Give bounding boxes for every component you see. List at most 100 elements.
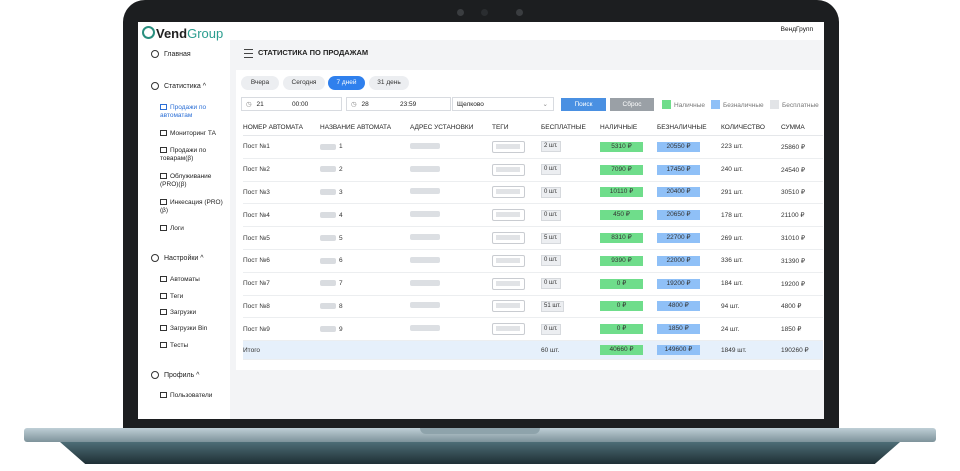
tag-chip[interactable] bbox=[492, 186, 525, 199]
sidebar-subitem-label: Загрузки bbox=[170, 309, 197, 316]
box-icon bbox=[160, 173, 167, 180]
redacted-name bbox=[320, 212, 336, 219]
table-row[interactable]: Пост №8 8 51 шт. 0 ₽ 4800 ₽ 94 шт. 4800 … bbox=[243, 295, 823, 319]
table-row[interactable]: Пост №7 7 0 шт. 0 ₽ 19200 ₽ 184 шт. 1920… bbox=[243, 272, 823, 296]
sidebar: VendGroup Главная Статистика ^ Продажи п… bbox=[138, 22, 230, 419]
redacted-name bbox=[320, 166, 336, 173]
sum-value: 30510 ₽ bbox=[781, 189, 806, 197]
tag-chip[interactable] bbox=[492, 277, 525, 290]
qty-value: 240 шт. bbox=[721, 166, 743, 174]
cash-value: 7090 ₽ bbox=[600, 164, 643, 175]
tag-chip[interactable] bbox=[492, 254, 525, 267]
machine-number: Пост №8 bbox=[243, 302, 270, 310]
sidebar-subitem-sales-by-machine[interactable]: Продажи по автоматам bbox=[160, 104, 226, 120]
tag-chip[interactable] bbox=[492, 232, 525, 245]
sidebar-subitem-tests[interactable]: Тесты bbox=[160, 342, 188, 350]
sum-value: 19200 ₽ bbox=[781, 280, 806, 288]
tag-chip[interactable] bbox=[492, 163, 525, 176]
period-7-days[interactable]: 7 дней bbox=[328, 76, 365, 90]
cell-num: Пост №1 bbox=[243, 135, 320, 159]
column-header[interactable]: БЕСПЛАТНЫЕ bbox=[541, 119, 600, 136]
chevron-up-icon: ^ bbox=[202, 82, 207, 90]
sidebar-subitem-service[interactable]: Облуживание (PRO)(β) bbox=[160, 173, 224, 189]
sidebar-subitem-uploads[interactable]: Загрузки bbox=[160, 309, 196, 317]
machine-icon bbox=[160, 276, 167, 283]
free-value: 0 шт. bbox=[541, 255, 561, 267]
card-value: 20400 ₽ bbox=[657, 187, 700, 198]
table-row[interactable]: Пост №9 9 0 шт. 0 ₽ 1850 ₽ 24 шт. 1850 ₽ bbox=[243, 317, 823, 342]
column-header[interactable]: НОМЕР АВТОМАТА bbox=[243, 119, 320, 136]
column-header[interactable]: ТЕГИ bbox=[492, 119, 541, 136]
period-31-days[interactable]: 31 день bbox=[369, 76, 409, 90]
date-from-field[interactable]: ◷ 21 00:00 bbox=[241, 97, 342, 111]
machine-number: Пост №6 bbox=[243, 257, 270, 265]
table-row[interactable]: Пост №3 3 0 шт. 10110 ₽ 20400 ₽ 291 шт. … bbox=[243, 181, 823, 205]
sidebar-subitem-machines[interactable]: Автоматы bbox=[160, 276, 200, 284]
sidebar-item-profile[interactable]: Профиль ^ bbox=[151, 371, 199, 379]
card-value: 20650 ₽ bbox=[657, 210, 700, 221]
cell-num: Пост №8 bbox=[243, 295, 320, 319]
column-header[interactable]: СУММА bbox=[781, 119, 823, 136]
cell-name: 2 bbox=[320, 158, 410, 182]
cell-num: Пост №5 bbox=[243, 226, 320, 250]
sidebar-item-stats[interactable]: Статистика ^ bbox=[151, 82, 206, 90]
redacted-name bbox=[320, 189, 336, 196]
cell-sum: 30510 ₽ bbox=[781, 181, 823, 205]
machine-name: 9 bbox=[339, 325, 343, 333]
redacted-address bbox=[410, 279, 440, 286]
total-free-value: 60 шт. bbox=[541, 346, 560, 354]
cell-num: Пост №7 bbox=[243, 272, 320, 296]
sidebar-subitem-tags[interactable]: Теги bbox=[160, 293, 183, 301]
total-free: 60 шт. bbox=[541, 340, 600, 361]
sidebar-subitem-users[interactable]: Пользователи bbox=[160, 392, 212, 400]
column-header[interactable]: НАЗВАНИЕ АВТОМАТА bbox=[320, 119, 410, 136]
total-sum-value: 190260 ₽ bbox=[781, 347, 809, 355]
cell-cash: 0 ₽ bbox=[600, 272, 657, 296]
tag-chip[interactable] bbox=[492, 323, 525, 336]
column-header[interactable]: БЕЗНАЛИЧНЫЕ bbox=[657, 119, 721, 136]
table-row[interactable]: Пост №2 2 0 шт. 7090 ₽ 17450 ₽ 240 шт. 2… bbox=[243, 158, 823, 182]
table-row[interactable]: Пост №4 4 0 шт. 450 ₽ 20650 ₽ 178 шт. 21… bbox=[243, 203, 823, 228]
sum-value: 24540 ₽ bbox=[781, 166, 806, 174]
sidebar-item-home[interactable]: Главная bbox=[151, 50, 191, 58]
tag-chip[interactable] bbox=[492, 300, 525, 313]
card-value: 22000 ₽ bbox=[657, 255, 700, 266]
machine-name: 5 bbox=[339, 234, 343, 242]
table-row[interactable]: Пост №5 5 5 шт. 8310 ₽ 22700 ₽ 269 шт. 3… bbox=[243, 226, 823, 250]
camera-icon bbox=[481, 9, 488, 16]
cell-address bbox=[410, 272, 492, 296]
column-header[interactable]: КОЛИЧЕСТВО bbox=[721, 119, 781, 136]
tag-chip[interactable] bbox=[492, 140, 525, 153]
date-to-field[interactable]: ◷ 28 23:59 bbox=[346, 97, 451, 111]
menu-icon[interactable] bbox=[244, 49, 253, 58]
sidebar-item-settings[interactable]: Настройки ^ bbox=[151, 254, 204, 262]
user-name[interactable]: ВендГрупп bbox=[781, 26, 813, 33]
cell-name: 9 bbox=[320, 317, 410, 342]
sidebar-subitem-uploads-bin[interactable]: Загрузки Bin bbox=[160, 325, 207, 333]
cell-sum: 31010 ₽ bbox=[781, 226, 823, 250]
time-from-value: 00:00 bbox=[292, 101, 309, 108]
redacted-name bbox=[320, 257, 336, 264]
logo[interactable]: VendGroup bbox=[142, 26, 223, 41]
sidebar-subitem-logs[interactable]: Логи bbox=[160, 225, 224, 233]
column-header[interactable]: АДРЕС УСТАНОВКИ bbox=[410, 119, 492, 136]
table-row[interactable]: Пост №1 1 2 шт. 5310 ₽ 20550 ₽ 223 шт. 2… bbox=[243, 135, 823, 159]
qty-value: 336 шт. bbox=[721, 257, 743, 265]
search-button[interactable]: Поиск bbox=[561, 98, 606, 111]
column-header[interactable]: НАЛИЧНЫЕ bbox=[600, 119, 657, 136]
period-today[interactable]: Сегодня bbox=[283, 76, 325, 90]
sidebar-subitem-monitoring[interactable]: Мониторинг ТА bbox=[160, 130, 226, 138]
machine-name: 6 bbox=[339, 257, 343, 265]
tag-chip[interactable] bbox=[492, 209, 525, 222]
cell-free: 0 шт. bbox=[541, 249, 600, 273]
sidebar-subitem-collection[interactable]: Инкесация (PRO)(β) bbox=[160, 199, 224, 215]
table-row[interactable]: Пост №6 6 0 шт. 9390 ₽ 22000 ₽ 336 шт. 3… bbox=[243, 249, 823, 273]
period-yesterday[interactable]: Вчера bbox=[241, 76, 279, 90]
reset-button[interactable]: Сброс bbox=[610, 98, 654, 111]
sidebar-subitem-sales-by-product[interactable]: Продажи по товарам(β) bbox=[160, 147, 224, 163]
free-value: 2 шт. bbox=[541, 141, 561, 153]
sum-value: 31390 ₽ bbox=[781, 257, 806, 265]
machine-name: 4 bbox=[339, 211, 343, 219]
location-select[interactable]: Щелково ⌄ bbox=[452, 97, 554, 111]
camera-icon bbox=[516, 9, 523, 16]
